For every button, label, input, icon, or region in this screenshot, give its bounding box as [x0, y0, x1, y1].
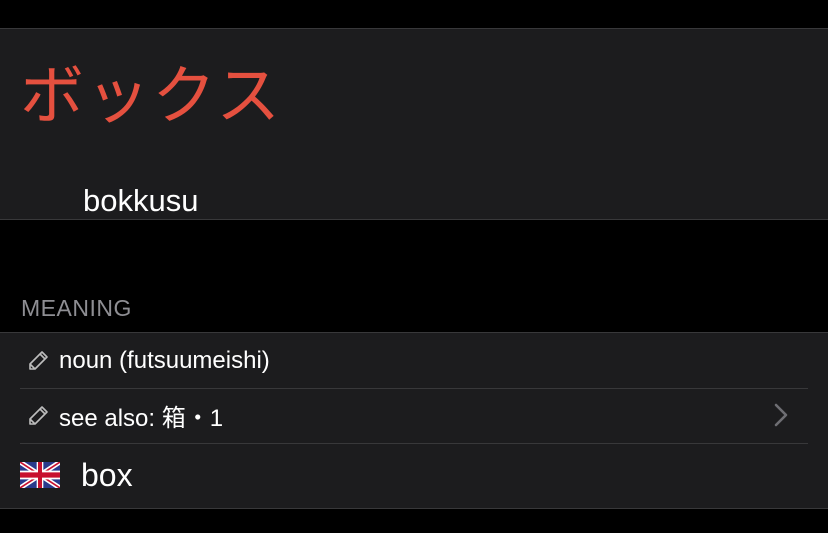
meaning-section-header: MEANING — [0, 283, 828, 332]
uk-flag-icon — [20, 462, 60, 488]
pencil-icon — [29, 351, 48, 370]
entry-romaji: bokkusu — [83, 183, 199, 218]
meaning-row-label: see also: 箱・1 — [59, 405, 224, 432]
entry-header-card: ボックス bokkusu — [0, 28, 828, 220]
gloss-label: box — [81, 457, 133, 493]
bottom-gap — [0, 509, 828, 533]
gloss-row: box — [0, 443, 828, 508]
meaning-row-label: noun (futsuumeishi) — [59, 346, 270, 374]
top-gap — [0, 0, 828, 28]
section-spacer — [0, 220, 828, 283]
meaning-section-title: MEANING — [21, 295, 132, 321]
meaning-list: noun (futsuumeishi) see also: 箱・1 box — [0, 332, 828, 509]
chevron-right-icon — [774, 403, 788, 427]
meaning-row-see-also[interactable]: see also: 箱・1 — [0, 388, 828, 443]
meaning-row-pos: noun (futsuumeishi) — [0, 333, 828, 388]
pencil-icon — [29, 406, 48, 425]
entry-kana: ボックス — [20, 60, 283, 134]
